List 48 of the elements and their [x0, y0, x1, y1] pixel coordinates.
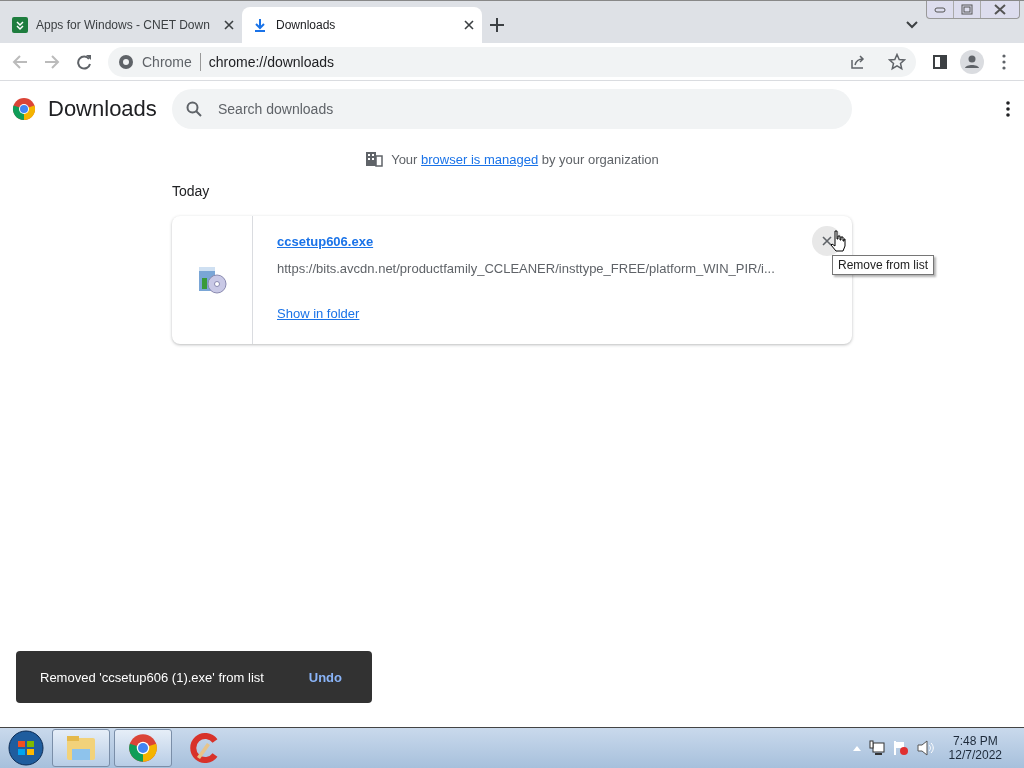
taskbar-app[interactable] [114, 729, 172, 767]
tab-title: Downloads [276, 18, 337, 32]
toast-message: Removed 'ccsetup606 (1).exe' from list [40, 669, 264, 685]
section-heading: Today [172, 182, 211, 201]
browser-tab[interactable]: Downloads [242, 7, 482, 43]
network-icon[interactable] [868, 740, 885, 756]
close-icon [994, 4, 1006, 15]
side-panel-icon[interactable] [933, 54, 947, 69]
search-icon [186, 101, 202, 117]
folder-icon [66, 735, 96, 761]
download-icon [252, 17, 268, 33]
close-icon[interactable] [464, 20, 474, 30]
share-icon[interactable] [850, 53, 866, 70]
star-icon[interactable] [888, 52, 906, 71]
action-center-flag-icon[interactable] [892, 740, 909, 756]
building-icon [365, 151, 384, 167]
address-bar[interactable]: Chrome chrome://downloads [108, 46, 916, 77]
installer-icon [196, 264, 228, 296]
browser-tab[interactable]: Apps for Windows - CNET Down [2, 7, 242, 43]
reload-icon[interactable] [76, 53, 92, 70]
minimize-icon [934, 6, 946, 13]
site-favicon-icon [12, 17, 28, 33]
chrome-logo-icon [128, 733, 158, 763]
chrome-site-icon [118, 53, 134, 70]
profile-avatar-icon[interactable] [960, 49, 984, 74]
tab-title: Apps for Windows - CNET Down [36, 18, 211, 32]
managed-link[interactable]: browser is managed [421, 151, 539, 167]
show-in-folder-link[interactable]: Show in folder [277, 306, 360, 321]
url-text: chrome://downloads [208, 53, 335, 70]
chrome-logo-icon [12, 97, 36, 121]
undo-button[interactable]: Undo [302, 668, 348, 686]
clock-date: 12/7/2022 [948, 748, 1002, 762]
download-url: https://bits.avcdn.net/productfamily_CCLEANER/insttype_FREE/platform_WIN_PIR/i... [277, 261, 776, 276]
site-label: Chrome [142, 53, 192, 70]
new-tab-icon[interactable] [490, 18, 504, 32]
tooltip: Remove from list [831, 255, 934, 275]
managed-notice: Your browser is managed by your organization [391, 151, 659, 167]
close-icon[interactable] [224, 20, 234, 30]
menu-icon[interactable] [1002, 53, 1006, 70]
file-name-link[interactable]: ccsetup606.exe [277, 234, 374, 249]
hand-cursor-icon [830, 230, 846, 252]
restore-icon [961, 4, 973, 15]
menu-icon[interactable] [1006, 101, 1010, 117]
page-title: Downloads [48, 96, 158, 122]
volume-icon[interactable] [916, 740, 935, 756]
clock-time: 7:48 PM [952, 734, 998, 748]
close-icon [822, 236, 832, 246]
chevron-down-icon[interactable] [906, 21, 918, 29]
